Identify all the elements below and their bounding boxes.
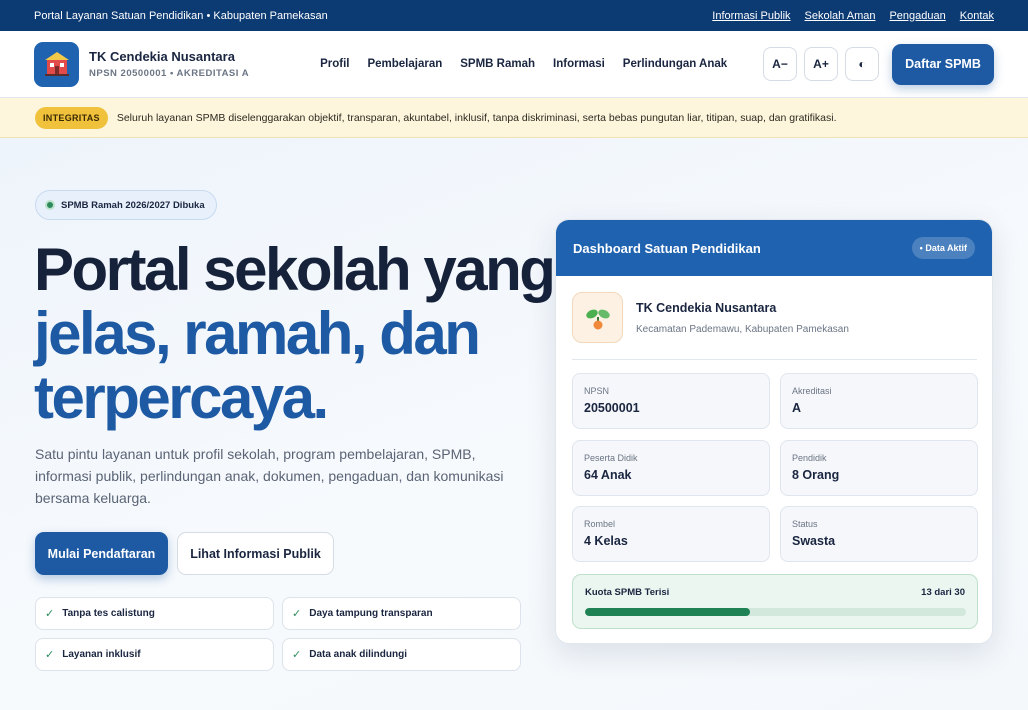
- hero-headline: Portal sekolah yang jelas, ramah, dan te…: [34, 236, 556, 431]
- contrast-toggle-icon[interactable]: ◐: [845, 47, 879, 81]
- check-icon: ✓: [292, 608, 302, 620]
- quota-progress-fill: [585, 608, 751, 616]
- school-logo-icon[interactable]: [34, 41, 79, 87]
- nav-pembelajaran[interactable]: Pembelajaran: [367, 58, 442, 70]
- stat-peserta-didik: Peserta Didik 64 Anak: [572, 440, 770, 496]
- dashboard-title: Dashboard Satuan Pendidikan: [573, 240, 761, 256]
- headline-line-3: terpercaya.: [34, 364, 329, 431]
- quota-progress-bar: [585, 608, 966, 616]
- stat-status: Status Swasta: [780, 506, 978, 562]
- nav-profil[interactable]: Profil: [320, 58, 349, 70]
- top-links: Informasi Publik Sekolah Aman Pengaduan …: [712, 10, 994, 22]
- hero-lead: Satu pintu layanan untuk profil sekolah,…: [35, 446, 504, 506]
- pill-text: SPMB Ramah 2026/2027 Dibuka: [61, 199, 205, 211]
- integrity-notice: INTEGRITAS Seluruh layanan SPMB diseleng…: [0, 98, 1028, 138]
- stat-pendidik: Pendidik 8 Orang: [780, 440, 978, 496]
- feature-label: Tanpa tes calistung: [62, 608, 155, 619]
- stat-npsn: NPSN 20500001: [572, 373, 770, 429]
- hero-section: SPMB Ramah 2026/2027 Dibuka Portal sekol…: [0, 138, 1028, 710]
- nav-perlindungan-anak[interactable]: Perlindungan Anak: [623, 58, 727, 70]
- integrity-text: Seluruh layanan SPMB diselenggarakan obj…: [116, 111, 837, 124]
- stat-label: NPSN: [584, 386, 610, 396]
- feature-label: Layanan inklusif: [62, 649, 141, 660]
- stat-label: Rombel: [584, 519, 616, 529]
- font-increase-button[interactable]: A+: [804, 47, 838, 81]
- link-informasi-publik[interactable]: Informasi Publik: [712, 10, 790, 22]
- main-nav: Profil Pembelajaran SPMB Ramah Informasi…: [320, 58, 727, 70]
- quota-count: 13 dari 30: [921, 587, 965, 598]
- dashboard-school-name: TK Cendekia Nusantara: [636, 300, 777, 315]
- lihat-informasi-publik-button[interactable]: Lihat Informasi Publik: [177, 532, 334, 575]
- spmb-open-pill: SPMB Ramah 2026/2027 Dibuka: [35, 190, 217, 220]
- stat-rombel: Rombel 4 Kelas: [572, 506, 770, 562]
- link-sekolah-aman[interactable]: Sekolah Aman: [805, 10, 876, 22]
- feature-item: ✓ Daya tampung transparan: [282, 597, 521, 630]
- stat-label: Status: [792, 519, 818, 529]
- top-bar: Portal Layanan Satuan Pendidikan • Kabup…: [0, 0, 1028, 31]
- check-icon: ✓: [45, 608, 55, 620]
- stat-label: Akreditasi: [792, 386, 832, 396]
- portal-title: Portal Layanan Satuan Pendidikan • Kabup…: [34, 9, 328, 22]
- dashboard-header: Dashboard Satuan Pendidikan • Data Aktif: [556, 220, 992, 276]
- status-dot-icon: [45, 200, 55, 210]
- quota-panel: Kuota SPMB Terisi 13 dari 30: [572, 574, 978, 629]
- nav-informasi[interactable]: Informasi: [553, 58, 605, 70]
- quota-row: Kuota SPMB Terisi 13 dari 30: [585, 587, 965, 598]
- quota-label: Kuota SPMB Terisi: [585, 587, 670, 598]
- stat-value: A: [792, 401, 802, 415]
- feature-item: ✓ Data anak dilindungi: [282, 638, 521, 671]
- data-active-badge: • Data Aktif: [911, 237, 975, 259]
- nav-spmb-ramah[interactable]: SPMB Ramah: [460, 58, 535, 70]
- headline-line-2: jelas, ramah, dan: [34, 300, 481, 367]
- divider: [572, 359, 977, 360]
- dashboard-school-location: Kecamatan Pademawu, Kabupaten Pamekasan: [636, 323, 849, 335]
- font-decrease-button[interactable]: A−: [763, 47, 797, 81]
- brand-sub: NPSN 20500001 • AKREDITASI A: [89, 68, 250, 79]
- link-kontak[interactable]: Kontak: [960, 10, 994, 22]
- feature-label: Data anak dilindungi: [309, 649, 408, 660]
- brand-name: TK Cendekia Nusantara: [89, 49, 235, 64]
- headline-line-1: Portal sekolah yang: [34, 236, 556, 303]
- dashboard-card: Dashboard Satuan Pendidikan • Data Aktif…: [555, 219, 993, 644]
- link-pengaduan[interactable]: Pengaduan: [889, 10, 945, 22]
- school-info: TK Cendekia Nusantara Kecamatan Pademawu…: [636, 301, 849, 335]
- stat-akreditasi: Akreditasi A: [780, 373, 978, 429]
- daftar-spmb-button[interactable]: Daftar SPMB: [892, 43, 994, 85]
- stat-value: 4 Kelas: [584, 534, 628, 548]
- dashboard-school: TK Cendekia Nusantara Kecamatan Pademawu…: [572, 292, 849, 343]
- stat-value: 64 Anak: [584, 468, 632, 482]
- stat-value: Swasta: [792, 534, 836, 548]
- feature-label: Daya tampung transparan: [309, 608, 433, 619]
- integrity-badge: INTEGRITAS: [35, 106, 108, 129]
- feature-item: ✓ Layanan inklusif: [35, 638, 274, 671]
- stat-label: Peserta Didik: [584, 453, 638, 463]
- sprout-icon: [572, 292, 623, 343]
- header-actions: A− A+ ◐ Daftar SPMB: [763, 43, 994, 85]
- stat-value: 20500001: [584, 401, 640, 415]
- brand: TK Cendekia Nusantara NPSN 20500001 • AK…: [89, 49, 249, 79]
- stat-label: Pendidik: [792, 453, 827, 463]
- stat-value: 8 Orang: [792, 468, 840, 482]
- check-icon: ✓: [292, 649, 302, 661]
- check-icon: ✓: [45, 649, 55, 661]
- mulai-pendaftaran-button[interactable]: Mulai Pendaftaran: [35, 532, 168, 575]
- feature-item: ✓ Tanpa tes calistung: [35, 597, 274, 630]
- site-header: TK Cendekia Nusantara NPSN 20500001 • AK…: [0, 31, 1028, 98]
